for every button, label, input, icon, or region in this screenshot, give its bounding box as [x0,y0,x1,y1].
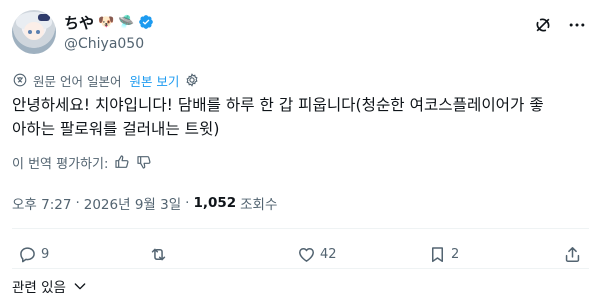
rate-translation-label: 이 번역 평가하기: [12,156,109,172]
translate-icon [13,73,27,87]
views-count[interactable]: 1,052 [193,195,236,211]
avatar-face [24,22,44,40]
tweet-date[interactable]: 2026년 9월 3일 [84,193,181,213]
avatar-eye [28,30,32,34]
share-icon [565,246,580,262]
meta-separator: · [185,195,190,211]
like-count: 42 [320,246,337,262]
tweet-header: ちや 🐶 🛸 @Chiya050 [12,10,589,58]
views-label: 조회수 [240,197,278,213]
name-row[interactable]: ちや 🐶 🛸 [64,12,154,32]
grok-icon [536,18,550,32]
reply-button[interactable]: 9 [18,242,49,266]
rate-translation: 이 번역 평가하기: [12,152,152,172]
bookmark-icon [431,246,444,262]
divider [12,268,589,269]
repost-button[interactable] [149,242,172,266]
avatar-eye [36,30,40,34]
reply-count: 9 [41,246,50,262]
more-options-button[interactable] [566,14,588,36]
thumbs-down-icon[interactable] [136,154,152,170]
show-original-link[interactable]: 원본 보기 [129,71,179,90]
related-label: 관련 있음 [12,280,66,296]
tweet-meta: 오후 7:27 · 2026년 9월 3일 · 1,052 조회수 [12,193,277,213]
user-handle[interactable]: @Chiya050 [64,36,144,52]
tweet-text-line: 아하는 팔로워를 걸러내는 트윗) [12,120,220,138]
avatar-bow [38,14,50,21]
meta-separator: · [75,195,80,211]
translation-note: 원문 언어 일본어 [33,73,122,89]
settings-gear-icon[interactable] [184,72,200,88]
ufo-emoji: 🛸 [118,14,135,30]
tweet-text: 안녕하세요! 치야입니다! 담배를 하루 한 갑 피웁니다(청순한 여코스플레이… [12,93,589,141]
translation-notice: 원문 언어 일본어 원본 보기 [12,70,200,90]
grok-button[interactable] [532,14,554,36]
thumbs-up-icon[interactable] [114,154,130,170]
dog-emoji: 🐶 [98,14,115,30]
tweet-text-line: 안녕하세요! 치야입니다! 담배를 하루 한 갑 피웁니다(청순한 여코스플레이… [12,96,544,114]
bookmark-count: 2 [451,246,460,262]
share-button[interactable] [563,242,582,266]
bookmark-button[interactable]: 2 [428,242,459,266]
tweet-time[interactable]: 오후 7:27 [12,193,71,213]
heart-icon [299,247,314,262]
action-bar: 9 42 2 [12,242,589,266]
chevron-down-icon [74,283,86,290]
reply-icon [20,246,35,262]
repost-icon [151,248,166,260]
display-name[interactable]: ちや [64,12,94,33]
divider [12,228,589,229]
like-button[interactable]: 42 [297,242,337,266]
avatar[interactable] [12,10,56,54]
related-dropdown[interactable]: 관련 있음 [12,276,88,296]
verified-badge-icon[interactable] [138,14,154,30]
more-icon [569,23,585,27]
